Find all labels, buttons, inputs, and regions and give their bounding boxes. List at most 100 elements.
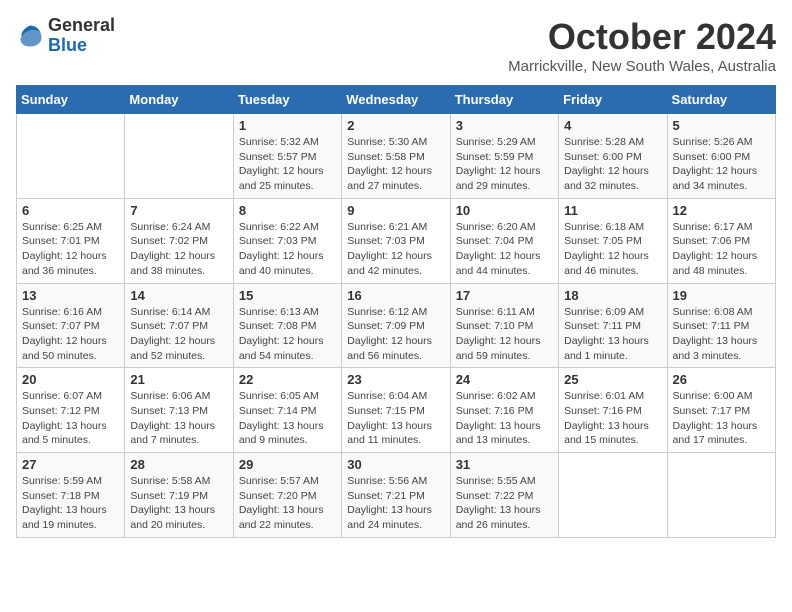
day-number: 25 — [564, 372, 661, 387]
logo-icon — [16, 22, 44, 50]
calendar-cell: 13 Sunrise: 6:16 AMSunset: 7:07 PMDayligh… — [17, 283, 125, 368]
day-info: Sunrise: 6:00 AMSunset: 7:17 PMDaylight:… — [673, 389, 770, 448]
calendar-cell: 20 Sunrise: 6:07 AMSunset: 7:12 PMDayligh… — [17, 368, 125, 453]
day-number: 18 — [564, 288, 661, 303]
calendar-header: SundayMondayTuesdayWednesdayThursdayFrid… — [17, 86, 776, 114]
day-info: Sunrise: 6:01 AMSunset: 7:16 PMDaylight:… — [564, 389, 661, 448]
day-number: 30 — [347, 457, 444, 472]
calendar-cell: 21Sunrise: 6:06 AMSunset: 7:13 PMDayligh… — [125, 368, 233, 453]
calendar-cell: 19 Sunrise: 6:08 AMSunset: 7:11 PMDayligh… — [667, 283, 775, 368]
logo: General Blue — [16, 16, 115, 56]
calendar-cell: 16Sunrise: 6:12 AMSunset: 7:09 PMDayligh… — [342, 283, 450, 368]
day-number: 29 — [239, 457, 336, 472]
day-info: Sunrise: 6:02 AMSunset: 7:16 PMDaylight:… — [456, 389, 553, 448]
day-info: Sunrise: 5:56 AMSunset: 7:21 PMDaylight:… — [347, 474, 444, 533]
weekday-header-thursday: Thursday — [450, 86, 558, 114]
weekday-header-monday: Monday — [125, 86, 233, 114]
day-info: Sunrise: 5:26 AMSunset: 6:00 PMDaylight:… — [673, 135, 770, 194]
day-info: Sunrise: 5:59 AMSunset: 7:18 PMDaylight:… — [22, 474, 119, 533]
day-info: Sunrise: 5:28 AMSunset: 6:00 PMDaylight:… — [564, 135, 661, 194]
calendar-cell: 6Sunrise: 6:25 AMSunset: 7:01 PMDaylight… — [17, 198, 125, 283]
day-info: Sunrise: 6:18 AMSunset: 7:05 PMDaylight:… — [564, 220, 661, 279]
day-number: 21 — [130, 372, 227, 387]
day-info: Sunrise: 6:24 AMSunset: 7:02 PMDaylight:… — [130, 220, 227, 279]
calendar-cell: 18 Sunrise: 6:09 AMSunset: 7:11 PMDayligh… — [559, 283, 667, 368]
day-info: Sunrise: 5:29 AMSunset: 5:59 PMDaylight:… — [456, 135, 553, 194]
day-number: 7 — [130, 203, 227, 218]
calendar-cell — [559, 453, 667, 538]
calendar-cell: 14 Sunrise: 6:14 AMSunset: 7:07 PMDayligh… — [125, 283, 233, 368]
weekday-row: SundayMondayTuesdayWednesdayThursdayFrid… — [17, 86, 776, 114]
day-number: 1 — [239, 118, 336, 133]
calendar-week-5: 27 Sunrise: 5:59 AMSunset: 7:18 PMDayligh… — [17, 453, 776, 538]
calendar-cell: 23 Sunrise: 6:04 AMSunset: 7:15 PMDayligh… — [342, 368, 450, 453]
weekday-header-friday: Friday — [559, 86, 667, 114]
day-number: 9 — [347, 203, 444, 218]
calendar-cell — [667, 453, 775, 538]
calendar-week-4: 20 Sunrise: 6:07 AMSunset: 7:12 PMDayligh… — [17, 368, 776, 453]
day-info: Sunrise: 6:22 AMSunset: 7:03 PMDaylight:… — [239, 220, 336, 279]
day-info: Sunrise: 5:32 AMSunset: 5:57 PMDaylight:… — [239, 135, 336, 194]
day-info: Sunrise: 6:20 AMSunset: 7:04 PMDaylight:… — [456, 220, 553, 279]
day-info: Sunrise: 5:30 AMSunset: 5:58 PMDaylight:… — [347, 135, 444, 194]
day-number: 17 — [456, 288, 553, 303]
day-number: 2 — [347, 118, 444, 133]
day-info: Sunrise: 6:08 AMSunset: 7:11 PMDaylight:… — [673, 305, 770, 364]
day-number: 8 — [239, 203, 336, 218]
day-number: 15 — [239, 288, 336, 303]
calendar-cell: 15 Sunrise: 6:13 AMSunset: 7:08 PMDayligh… — [233, 283, 341, 368]
calendar-cell: 25 Sunrise: 6:01 AMSunset: 7:16 PMDayligh… — [559, 368, 667, 453]
calendar-cell: 12Sunrise: 6:17 AMSunset: 7:06 PMDayligh… — [667, 198, 775, 283]
day-number: 31 — [456, 457, 553, 472]
calendar-cell: 2 Sunrise: 5:30 AMSunset: 5:58 PMDaylight… — [342, 114, 450, 199]
calendar-cell: 1 Sunrise: 5:32 AMSunset: 5:57 PMDaylight… — [233, 114, 341, 199]
day-info: Sunrise: 6:09 AMSunset: 7:11 PMDaylight:… — [564, 305, 661, 364]
day-info: Sunrise: 6:25 AMSunset: 7:01 PMDaylight:… — [22, 220, 119, 279]
calendar-cell: 28Sunrise: 5:58 AMSunset: 7:19 PMDayligh… — [125, 453, 233, 538]
calendar-cell — [125, 114, 233, 199]
calendar-cell: 7 Sunrise: 6:24 AMSunset: 7:02 PMDaylight… — [125, 198, 233, 283]
day-info: Sunrise: 6:13 AMSunset: 7:08 PMDaylight:… — [239, 305, 336, 364]
day-number: 5 — [673, 118, 770, 133]
day-number: 4 — [564, 118, 661, 133]
title-section: October 2024 Marrickville, New South Wal… — [508, 16, 776, 75]
calendar-cell: 22 Sunrise: 6:05 AMSunset: 7:14 PMDayligh… — [233, 368, 341, 453]
day-number: 3 — [456, 118, 553, 133]
calendar-cell: 17Sunrise: 6:11 AMSunset: 7:10 PMDayligh… — [450, 283, 558, 368]
page-header: General Blue October 2024 Marrickville, … — [16, 16, 776, 75]
calendar-cell: 3 Sunrise: 5:29 AMSunset: 5:59 PMDaylight… — [450, 114, 558, 199]
day-number: 11 — [564, 203, 661, 218]
day-number: 26 — [673, 372, 770, 387]
day-info: Sunrise: 6:12 AMSunset: 7:09 PMDaylight:… — [347, 305, 444, 364]
location: Marrickville, New South Wales, Australia — [508, 58, 776, 75]
logo-text: General Blue — [48, 16, 115, 56]
day-number: 27 — [22, 457, 119, 472]
day-info: Sunrise: 6:05 AMSunset: 7:14 PMDaylight:… — [239, 389, 336, 448]
calendar-week-1: 1 Sunrise: 5:32 AMSunset: 5:57 PMDaylight… — [17, 114, 776, 199]
calendar-cell: 30 Sunrise: 5:56 AMSunset: 7:21 PMDayligh… — [342, 453, 450, 538]
day-number: 19 — [673, 288, 770, 303]
weekday-header-wednesday: Wednesday — [342, 86, 450, 114]
day-number: 20 — [22, 372, 119, 387]
day-info: Sunrise: 5:55 AMSunset: 7:22 PMDaylight:… — [456, 474, 553, 533]
month-title: October 2024 — [508, 16, 776, 58]
calendar-cell: 4 Sunrise: 5:28 AMSunset: 6:00 PMDaylight… — [559, 114, 667, 199]
calendar-week-2: 6Sunrise: 6:25 AMSunset: 7:01 PMDaylight… — [17, 198, 776, 283]
calendar-cell: 10 Sunrise: 6:20 AMSunset: 7:04 PMDayligh… — [450, 198, 558, 283]
day-number: 28 — [130, 457, 227, 472]
day-info: Sunrise: 6:04 AMSunset: 7:15 PMDaylight:… — [347, 389, 444, 448]
day-number: 23 — [347, 372, 444, 387]
day-info: Sunrise: 6:14 AMSunset: 7:07 PMDaylight:… — [130, 305, 227, 364]
weekday-header-tuesday: Tuesday — [233, 86, 341, 114]
day-info: Sunrise: 6:16 AMSunset: 7:07 PMDaylight:… — [22, 305, 119, 364]
day-number: 14 — [130, 288, 227, 303]
day-info: Sunrise: 6:07 AMSunset: 7:12 PMDaylight:… — [22, 389, 119, 448]
day-number: 13 — [22, 288, 119, 303]
day-number: 22 — [239, 372, 336, 387]
day-number: 24 — [456, 372, 553, 387]
calendar-cell: 26 Sunrise: 6:00 AMSunset: 7:17 PMDayligh… — [667, 368, 775, 453]
weekday-header-sunday: Sunday — [17, 86, 125, 114]
calendar-cell: 11 Sunrise: 6:18 AMSunset: 7:05 PMDayligh… — [559, 198, 667, 283]
calendar-cell: 24 Sunrise: 6:02 AMSunset: 7:16 PMDayligh… — [450, 368, 558, 453]
day-number: 10 — [456, 203, 553, 218]
